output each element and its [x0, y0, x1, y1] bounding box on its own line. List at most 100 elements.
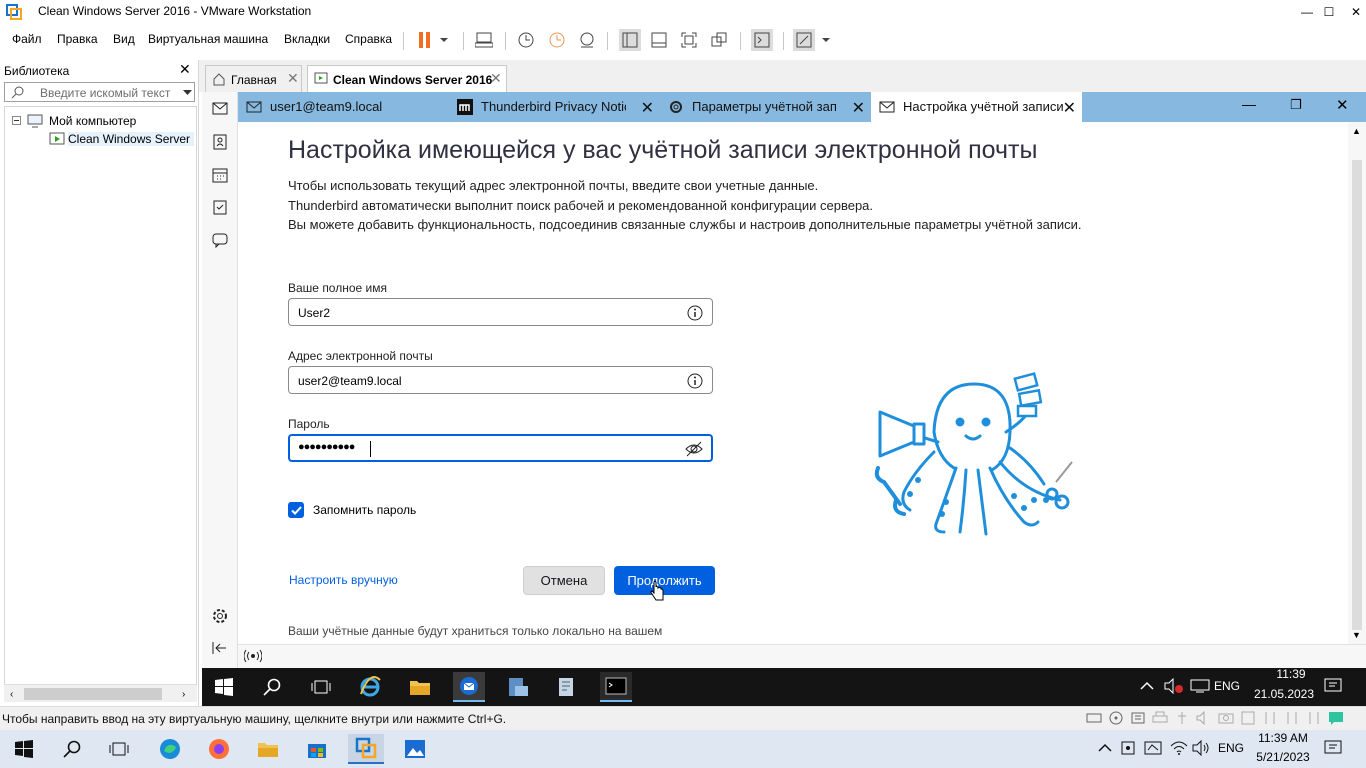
close-icon[interactable]: ✕ [852, 98, 865, 118]
info-icon[interactable] [687, 373, 703, 389]
chevron-down-icon[interactable] [436, 29, 452, 51]
full-name-field[interactable]: User2 [288, 298, 713, 326]
fullscreen-icon[interactable] [678, 29, 700, 51]
manual-config-link[interactable]: Настроить вручную [289, 573, 398, 587]
firefox-icon[interactable] [201, 734, 237, 764]
chat-icon[interactable] [212, 232, 228, 248]
usb-icon[interactable] [1174, 711, 1190, 725]
vmware-taskbar-icon[interactable] [348, 734, 384, 764]
tree-expander[interactable] [12, 116, 21, 125]
chevron-down-icon[interactable] [818, 29, 834, 51]
console-view-icon[interactable] [751, 29, 773, 51]
server-manager-icon[interactable] [502, 672, 534, 702]
search-icon[interactable] [256, 672, 288, 702]
stretch-guest-icon[interactable] [793, 29, 815, 51]
tb-tab-account-settings[interactable]: Параметры учётной записи ✕ [660, 92, 871, 122]
chevron-down-icon[interactable] [183, 90, 192, 95]
tb-tab-inbox[interactable]: user1@team9.local [238, 92, 449, 122]
unity-icon[interactable] [708, 29, 730, 51]
guest-language[interactable]: ENG [1214, 679, 1240, 693]
file-explorer-icon[interactable] [404, 672, 436, 702]
host-clock-time[interactable]: 11:39 AM [1249, 731, 1317, 745]
menu-edit[interactable]: Правка [57, 32, 98, 46]
cancel-button[interactable]: Отмена [523, 566, 605, 595]
snapshot-icon[interactable] [515, 29, 537, 51]
guest-clock-time[interactable]: 11:39 [1266, 667, 1316, 681]
scroll-thumb[interactable] [24, 688, 162, 700]
close-icon[interactable]: ✕ [641, 98, 654, 118]
collapse-spaces-icon[interactable] [212, 641, 228, 655]
calendar-icon[interactable] [212, 167, 228, 183]
sound-icon[interactable] [1196, 711, 1212, 725]
close-button[interactable]: ✕ [1333, 0, 1366, 24]
task-view-icon[interactable] [101, 734, 137, 764]
tab-vm-active[interactable]: Clean Windows Server 2016 ✕ [307, 65, 507, 92]
info-icon[interactable] [687, 305, 703, 321]
notifications-icon[interactable] [1324, 678, 1342, 694]
tb-close-button[interactable]: ✕ [1336, 96, 1349, 114]
guest-display[interactable]: user1@team9.local Thunderbird Privacy No… [202, 92, 1366, 706]
pause-icon[interactable] [414, 29, 436, 51]
close-icon[interactable]: ✕ [1063, 98, 1076, 118]
wifi-icon[interactable] [1170, 740, 1188, 756]
password-field[interactable]: ●●●●●●●●●● [288, 434, 713, 462]
network-icon[interactable] [1190, 679, 1210, 693]
chevron-up-icon[interactable] [1098, 742, 1112, 752]
mail-space-icon[interactable] [212, 102, 228, 116]
hard-disk-icon[interactable] [1086, 711, 1102, 725]
device-icon[interactable] [1262, 711, 1278, 725]
online-status-icon[interactable] [244, 649, 262, 663]
notifications-icon[interactable] [1324, 740, 1342, 756]
tree-item-my-computer[interactable]: Мой компьютер [49, 114, 136, 128]
message-log-icon[interactable] [1328, 711, 1344, 725]
menu-view[interactable]: Вид [113, 32, 135, 46]
thunderbird-taskbar-icon[interactable] [453, 672, 485, 702]
address-book-icon[interactable] [212, 134, 228, 150]
search-icon[interactable] [54, 734, 90, 764]
snapshot-manager-icon[interactable] [576, 29, 598, 51]
admin-tools-icon[interactable] [551, 672, 583, 702]
menu-help[interactable]: Справка [345, 32, 392, 46]
remember-password-checkbox[interactable]: Запомнить пароль [288, 502, 416, 518]
menu-vm[interactable]: Виртуальная машина [148, 32, 268, 46]
network-adapter-icon[interactable] [1130, 711, 1146, 725]
tray-app-icon[interactable] [1144, 740, 1162, 756]
windows-start-icon[interactable] [208, 672, 240, 702]
command-prompt-icon[interactable] [600, 672, 632, 702]
menu-file[interactable]: Файл [12, 32, 42, 46]
hide-password-icon[interactable] [685, 441, 703, 457]
device-icon[interactable] [1306, 711, 1322, 725]
printer-icon[interactable] [1152, 711, 1168, 725]
task-view-icon[interactable] [305, 672, 337, 702]
file-explorer-icon[interactable] [250, 734, 286, 764]
tb-tab-account-setup[interactable]: Настройка учётной записи ✕ [871, 92, 1082, 122]
host-language[interactable]: ENG [1218, 741, 1244, 755]
content-vertical-scrollbar[interactable]: ▲ ▼ [1348, 122, 1366, 644]
tray-app-icon[interactable] [1120, 740, 1136, 756]
tb-restore-button[interactable]: ❐ [1290, 97, 1302, 113]
cd-drive-icon[interactable] [1108, 711, 1124, 725]
checkbox-checked-icon[interactable] [288, 502, 304, 518]
device-icon[interactable] [1284, 711, 1300, 725]
close-icon[interactable]: ✕ [287, 70, 299, 87]
menu-tabs[interactable]: Вкладки [284, 32, 330, 46]
edge-browser-icon[interactable] [152, 734, 188, 764]
tb-minimize-button[interactable]: — [1242, 96, 1256, 112]
host-clock-date[interactable]: 5/21/2023 [1249, 750, 1317, 764]
settings-gear-icon[interactable] [211, 607, 229, 625]
library-toggle-icon[interactable] [619, 29, 641, 51]
scroll-thumb[interactable] [1352, 160, 1362, 630]
close-icon[interactable]: ✕ [490, 70, 502, 87]
guest-clock-date[interactable]: 21.05.2023 [1251, 687, 1317, 701]
tb-tab-privacy[interactable]: Thunderbird Privacy Notice ✕ [449, 92, 660, 122]
thumbnail-bar-icon[interactable] [648, 29, 670, 51]
tree-item-vm[interactable]: Clean Windows Server 2 [68, 132, 194, 146]
library-horizontal-scrollbar[interactable]: ‹ › [4, 684, 197, 702]
chevron-up-icon[interactable] [1140, 680, 1154, 690]
internet-explorer-icon[interactable] [354, 672, 386, 702]
tasks-icon[interactable] [212, 199, 228, 215]
photos-icon[interactable] [397, 734, 433, 764]
volume-icon[interactable] [1192, 740, 1210, 756]
volume-muted-icon[interactable] [1164, 678, 1184, 694]
library-close-button[interactable]: ✕ [179, 61, 191, 78]
